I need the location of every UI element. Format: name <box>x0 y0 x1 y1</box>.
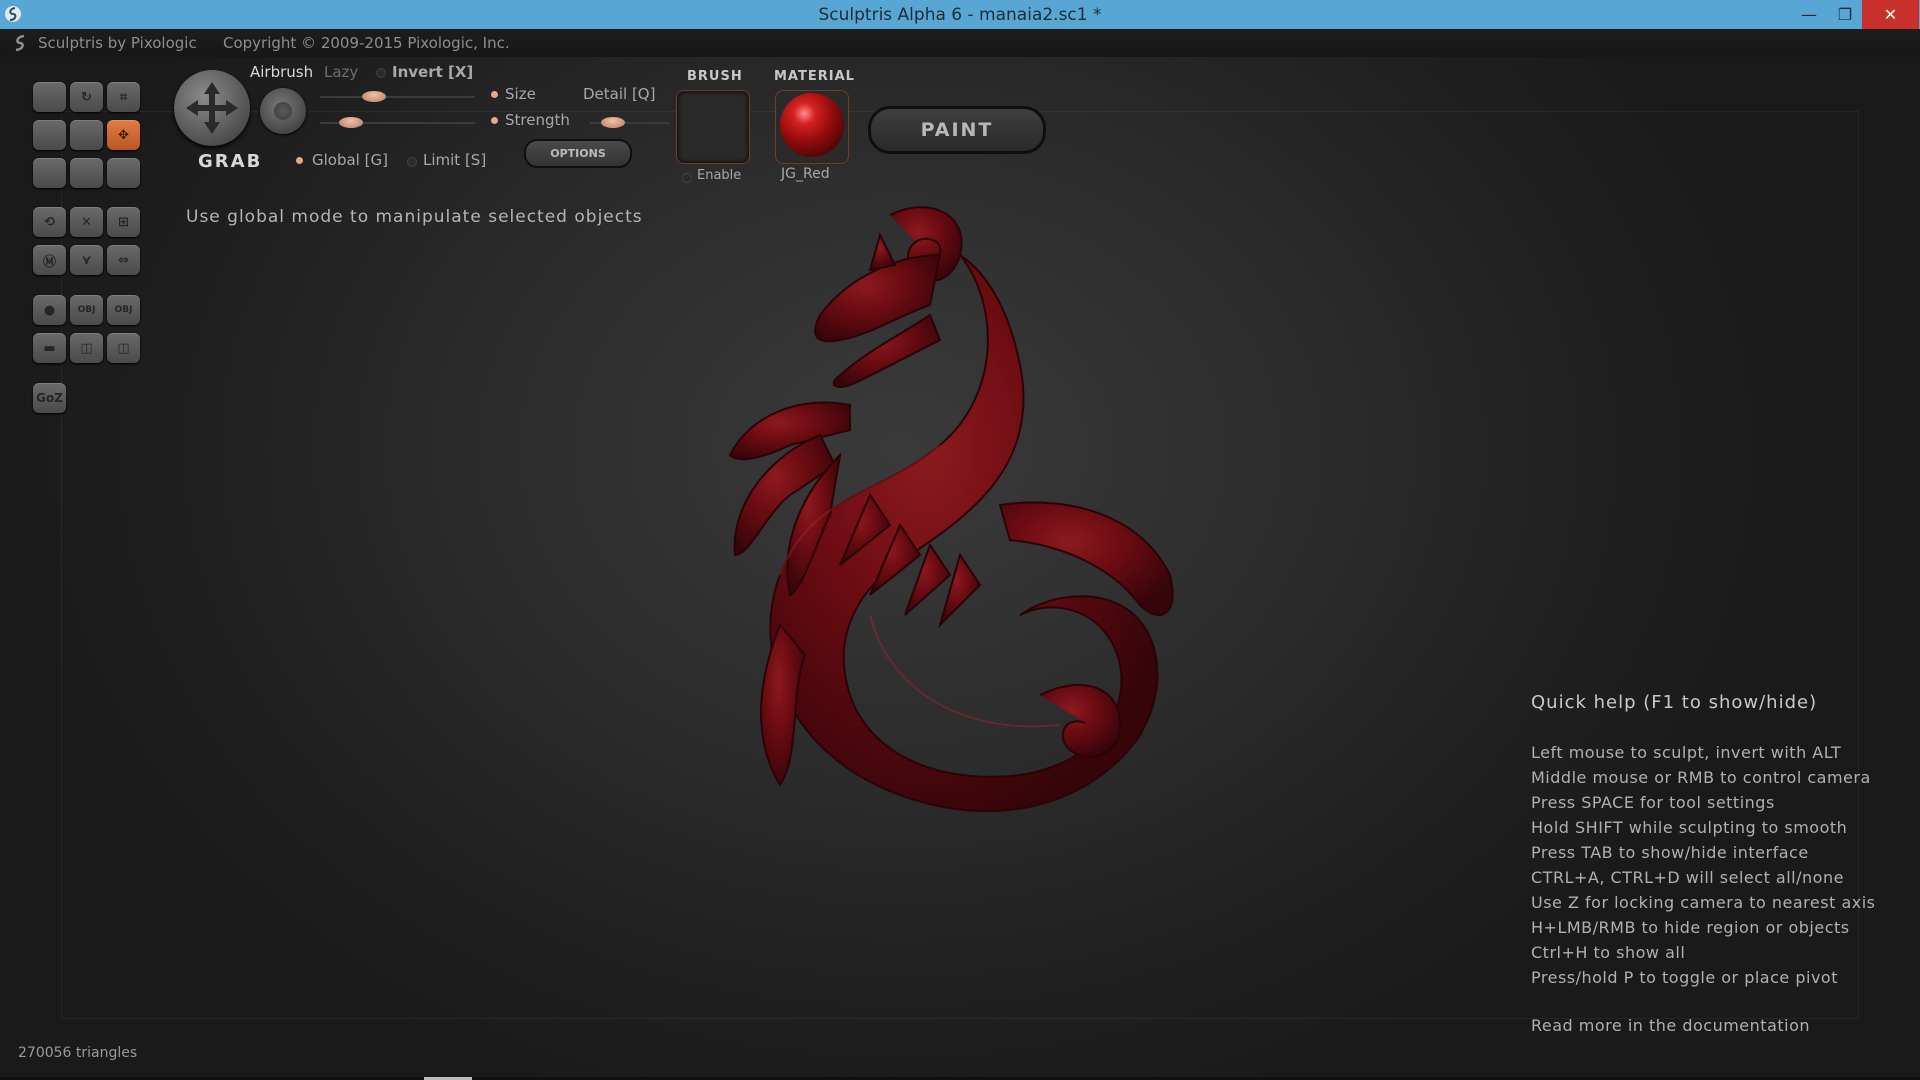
grab-tool-icon[interactable] <box>174 70 250 146</box>
size-label: Size <box>505 85 536 103</box>
detail-label[interactable]: Detail [Q] <box>583 85 655 103</box>
quick-help-line: Use Z for locking camera to nearest axis <box>1531 893 1876 912</box>
size-slider-track[interactable] <box>320 96 475 98</box>
draw-tool-button[interactable] <box>33 82 66 112</box>
global-label[interactable]: Global [G] <box>312 151 388 169</box>
new-sphere-button[interactable]: ● <box>33 295 66 325</box>
new-plane-button[interactable]: ▬ <box>33 333 66 363</box>
wireframe-button[interactable]: ✕ <box>70 207 103 237</box>
plane-icon: ▬ <box>43 340 56 356</box>
strength-radio[interactable] <box>491 117 498 124</box>
grab-icon: ✥ <box>118 127 129 143</box>
sculptris-logo-icon <box>15 34 25 52</box>
global-radio[interactable] <box>296 157 303 164</box>
window-title: Sculptris Alpha 6 - manaia2.sc1 * <box>818 5 1102 25</box>
limit-label[interactable]: Limit [S] <box>423 151 486 169</box>
quick-help-line: Ctrl+H to show all <box>1531 943 1686 962</box>
import-obj-button[interactable]: OBJ <box>70 295 103 325</box>
grid-button[interactable]: ⊞ <box>107 207 140 237</box>
quick-help-line: Press TAB to show/hide interface <box>1531 843 1809 862</box>
lazy-label[interactable]: Lazy <box>324 63 358 81</box>
quick-help-line: Hold SHIFT while sculpting to smooth <box>1531 818 1848 837</box>
material-header: MATERIAL <box>774 69 855 84</box>
restore-icon: ❐ <box>1837 5 1853 24</box>
brush-enable-label[interactable]: Enable <box>697 168 741 183</box>
rotate-tool-button[interactable]: ↻ <box>70 82 103 112</box>
copyright-label: Copyright © 2009-2015 Pixologic, Inc. <box>223 34 510 52</box>
brush-header: BRUSH <box>687 69 743 84</box>
invert-radio[interactable] <box>376 68 386 78</box>
triangle-count: 270056 triangles <box>18 1045 138 1061</box>
wireframe-icon: ✕ <box>81 214 92 230</box>
menu-bar: Sculptris by Pixologic Copyright © 2009-… <box>0 29 1920 57</box>
open-file-button[interactable]: ◫ <box>70 333 103 363</box>
brush-texture-slot[interactable] <box>676 90 750 164</box>
strength-slider-knob[interactable] <box>339 117 363 128</box>
brand-label[interactable]: Sculptris by Pixologic <box>38 34 197 52</box>
quick-help-line: Left mouse to sculpt, invert with ALT <box>1531 743 1842 762</box>
tool-name-label: GRAB <box>198 151 263 172</box>
hint-text: Use global mode to manipulate selected o… <box>186 207 643 227</box>
material-preview <box>780 93 844 157</box>
export-obj-button[interactable]: OBJ <box>107 295 140 325</box>
airbrush-label[interactable]: Airbrush <box>250 63 313 81</box>
save-file-icon: ◫ <box>117 340 130 356</box>
options-button[interactable]: OPTIONS <box>524 139 632 168</box>
grid-icon: ⊞ <box>118 214 129 230</box>
strength-label: Strength <box>505 111 570 129</box>
airbrush-icon[interactable] <box>260 88 306 134</box>
quick-help-title: Quick help (F1 to show/hide) <box>1531 692 1818 713</box>
sphere-icon: ● <box>43 302 56 318</box>
quick-help-line: Press SPACE for tool settings <box>1531 793 1775 812</box>
move-arrows-icon <box>186 82 238 134</box>
symmetry-button[interactable]: ⟲ <box>33 207 66 237</box>
minimize-icon: — <box>1801 5 1817 24</box>
mask-icon: Ⓜ <box>42 254 56 270</box>
detail-slider-knob[interactable] <box>601 117 625 128</box>
documentation-link[interactable]: Read more in the documentation <box>1531 1016 1810 1035</box>
crease-tool-button[interactable] <box>70 158 103 188</box>
goz-button[interactable]: GoZ <box>33 383 66 413</box>
reduce-icon: ⋎ <box>81 252 92 268</box>
open-file-icon: ◫ <box>80 340 93 356</box>
quick-help-line: Middle mouse or RMB to control camera <box>1531 768 1871 787</box>
manaia-model[interactable] <box>640 195 1200 915</box>
material-name: JG_Red <box>781 166 830 182</box>
close-button[interactable]: ✕ <box>1862 0 1919 29</box>
quick-help-line: Press/hold P to toggle or place pivot <box>1531 968 1838 987</box>
limit-radio[interactable] <box>407 157 417 167</box>
smooth-tool-button[interactable] <box>107 158 140 188</box>
crop-icon: ⌗ <box>119 89 128 105</box>
mask-button[interactable]: Ⓜ <box>33 245 66 275</box>
material-slot[interactable] <box>775 90 849 164</box>
inflate-tool-button[interactable] <box>70 120 103 150</box>
import-obj-icon: OBJ <box>77 305 96 315</box>
reduce-button[interactable]: ⋎ <box>70 245 103 275</box>
quick-help-line: CTRL+A, CTRL+D will select all/none <box>1531 868 1844 887</box>
brush-enable-checkbox[interactable] <box>682 173 692 183</box>
paint-button[interactable]: PAINT <box>868 106 1046 154</box>
title-bar: Sculptris Alpha 6 - manaia2.sc1 * — ❐ ✕ <box>0 0 1920 29</box>
size-radio[interactable] <box>491 91 498 98</box>
symmetry-icon: ⟲ <box>44 214 55 230</box>
goz-icon: GoZ <box>36 391 63 405</box>
mirror-button[interactable]: ⇔ <box>107 245 140 275</box>
pinch-tool-button[interactable] <box>33 158 66 188</box>
export-obj-icon: OBJ <box>114 305 133 315</box>
grab-tool-button[interactable]: ✥ <box>107 120 140 150</box>
invert-label[interactable]: Invert [X] <box>392 63 473 81</box>
crop-tool-button[interactable]: ⌗ <box>107 82 140 112</box>
quick-help-list: Left mouse to sculpt, invert with ALT Mi… <box>1531 740 1876 990</box>
flatten-tool-button[interactable] <box>33 120 66 150</box>
quick-help-line: H+LMB/RMB to hide region or objects <box>1531 918 1850 937</box>
save-file-button[interactable]: ◫ <box>107 333 140 363</box>
rotate-icon: ↻ <box>81 89 92 105</box>
close-icon: ✕ <box>1883 5 1898 24</box>
mirror-icon: ⇔ <box>118 252 129 268</box>
